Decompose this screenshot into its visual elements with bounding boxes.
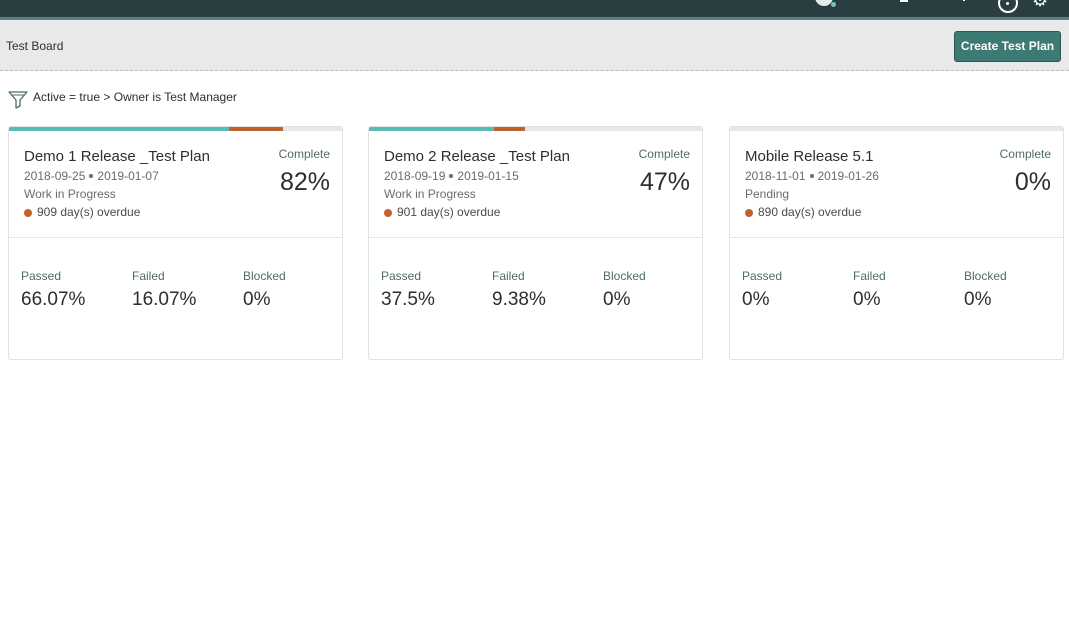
progress-bar [730, 127, 1063, 131]
card-divider [369, 237, 702, 238]
end-date: 2019-01-15 [457, 169, 519, 183]
overdue-status: 890 day(s) overdue [745, 205, 861, 219]
overdue-dot-icon [384, 209, 392, 217]
progress-failed [229, 127, 283, 131]
overdue-dot-icon [745, 209, 753, 217]
complete-value: 82% [279, 168, 330, 196]
plan-name[interactable]: Demo 1 Release _Test Plan [24, 148, 210, 165]
user-menu-caret[interactable] [963, 0, 965, 1]
blocked-value: 0% [243, 289, 271, 310]
complete-value: 0% [1014, 168, 1051, 196]
start-date: 2018-11-01 [745, 169, 806, 183]
complete-label: Complete [278, 147, 330, 161]
complete-label: Complete [638, 147, 690, 161]
progress-failed [493, 127, 526, 131]
progress-passed [369, 127, 494, 131]
passed-label: Passed [742, 269, 783, 283]
overdue-text: 901 day(s) overdue [397, 205, 501, 219]
end-date: 2019-01-07 [97, 169, 159, 183]
blocked-label: Blocked [964, 269, 1007, 283]
blocked-label: Blocked [603, 269, 646, 283]
test-plan-card[interactable]: Demo 2 Release _Test Plan 2018-09-19 2019… [368, 126, 703, 360]
complete-label: Complete [999, 147, 1051, 161]
page-title: Test Board [6, 39, 64, 53]
blocked-value: 0% [964, 289, 992, 310]
passed-label: Passed [21, 269, 62, 283]
help-icon[interactable] [998, 0, 1018, 13]
failed-value: 0% [853, 289, 881, 310]
breadcrumb-item-owner[interactable]: Owner is Test Manager [114, 90, 237, 104]
plan-name[interactable]: Demo 2 Release _Test Plan [384, 148, 570, 165]
test-plan-card[interactable]: Mobile Release 5.1 2018-11-01 2019-01-26 … [729, 126, 1064, 360]
breadcrumb-separator: > [103, 90, 111, 104]
user-menu-fragment[interactable] [900, 0, 908, 2]
overdue-text: 909 day(s) overdue [37, 205, 141, 219]
complete-value: 47% [639, 168, 690, 196]
card-divider [9, 237, 342, 238]
plan-dates: 2018-11-01 2019-01-26 [745, 169, 879, 183]
card-divider [730, 237, 1063, 238]
failed-label: Failed [853, 269, 886, 283]
overdue-dot-icon [24, 209, 32, 217]
plan-state: Work in Progress [384, 187, 476, 201]
passed-value: 66.07% [21, 289, 86, 310]
create-test-plan-button[interactable]: Create Test Plan [954, 31, 1061, 62]
passed-value: 37.5% [381, 289, 435, 310]
date-separator [89, 173, 94, 178]
date-separator [449, 173, 454, 178]
failed-label: Failed [492, 269, 525, 283]
progress-bar [369, 127, 702, 131]
presence-indicator [831, 2, 836, 7]
blocked-value: 0% [603, 289, 631, 310]
end-date: 2019-01-26 [817, 169, 879, 183]
plan-state: Work in Progress [24, 187, 116, 201]
overdue-status: 909 day(s) overdue [24, 205, 140, 219]
failed-value: 9.38% [492, 289, 546, 310]
date-separator [809, 173, 814, 178]
start-date: 2018-09-25 [24, 169, 86, 183]
page-header: Test Board Create Test Plan [0, 20, 1069, 71]
plan-dates: 2018-09-19 2019-01-15 [384, 169, 519, 183]
progress-bar [9, 127, 342, 131]
blocked-label: Blocked [243, 269, 286, 283]
top-navigation-bar: ⚙ [0, 0, 1069, 20]
start-date: 2018-09-19 [384, 169, 446, 183]
passed-label: Passed [381, 269, 422, 283]
progress-passed [9, 127, 229, 131]
plan-name[interactable]: Mobile Release 5.1 [745, 148, 873, 165]
overdue-text: 890 day(s) overdue [758, 205, 862, 219]
overdue-status: 901 day(s) overdue [384, 205, 500, 219]
filter-icon[interactable] [8, 89, 28, 109]
passed-value: 0% [742, 289, 770, 310]
gear-icon[interactable]: ⚙ [1032, 0, 1050, 10]
failed-label: Failed [132, 269, 165, 283]
plan-dates: 2018-09-25 2019-01-07 [24, 169, 159, 183]
plan-state: Pending [745, 187, 790, 201]
breadcrumb: Active = true > Owner is Test Manager [33, 90, 237, 104]
test-plan-card[interactable]: Demo 1 Release _Test Plan 2018-09-25 2019… [8, 126, 343, 360]
breadcrumb-item-active[interactable]: Active = true [33, 90, 100, 104]
failed-value: 16.07% [132, 289, 197, 310]
